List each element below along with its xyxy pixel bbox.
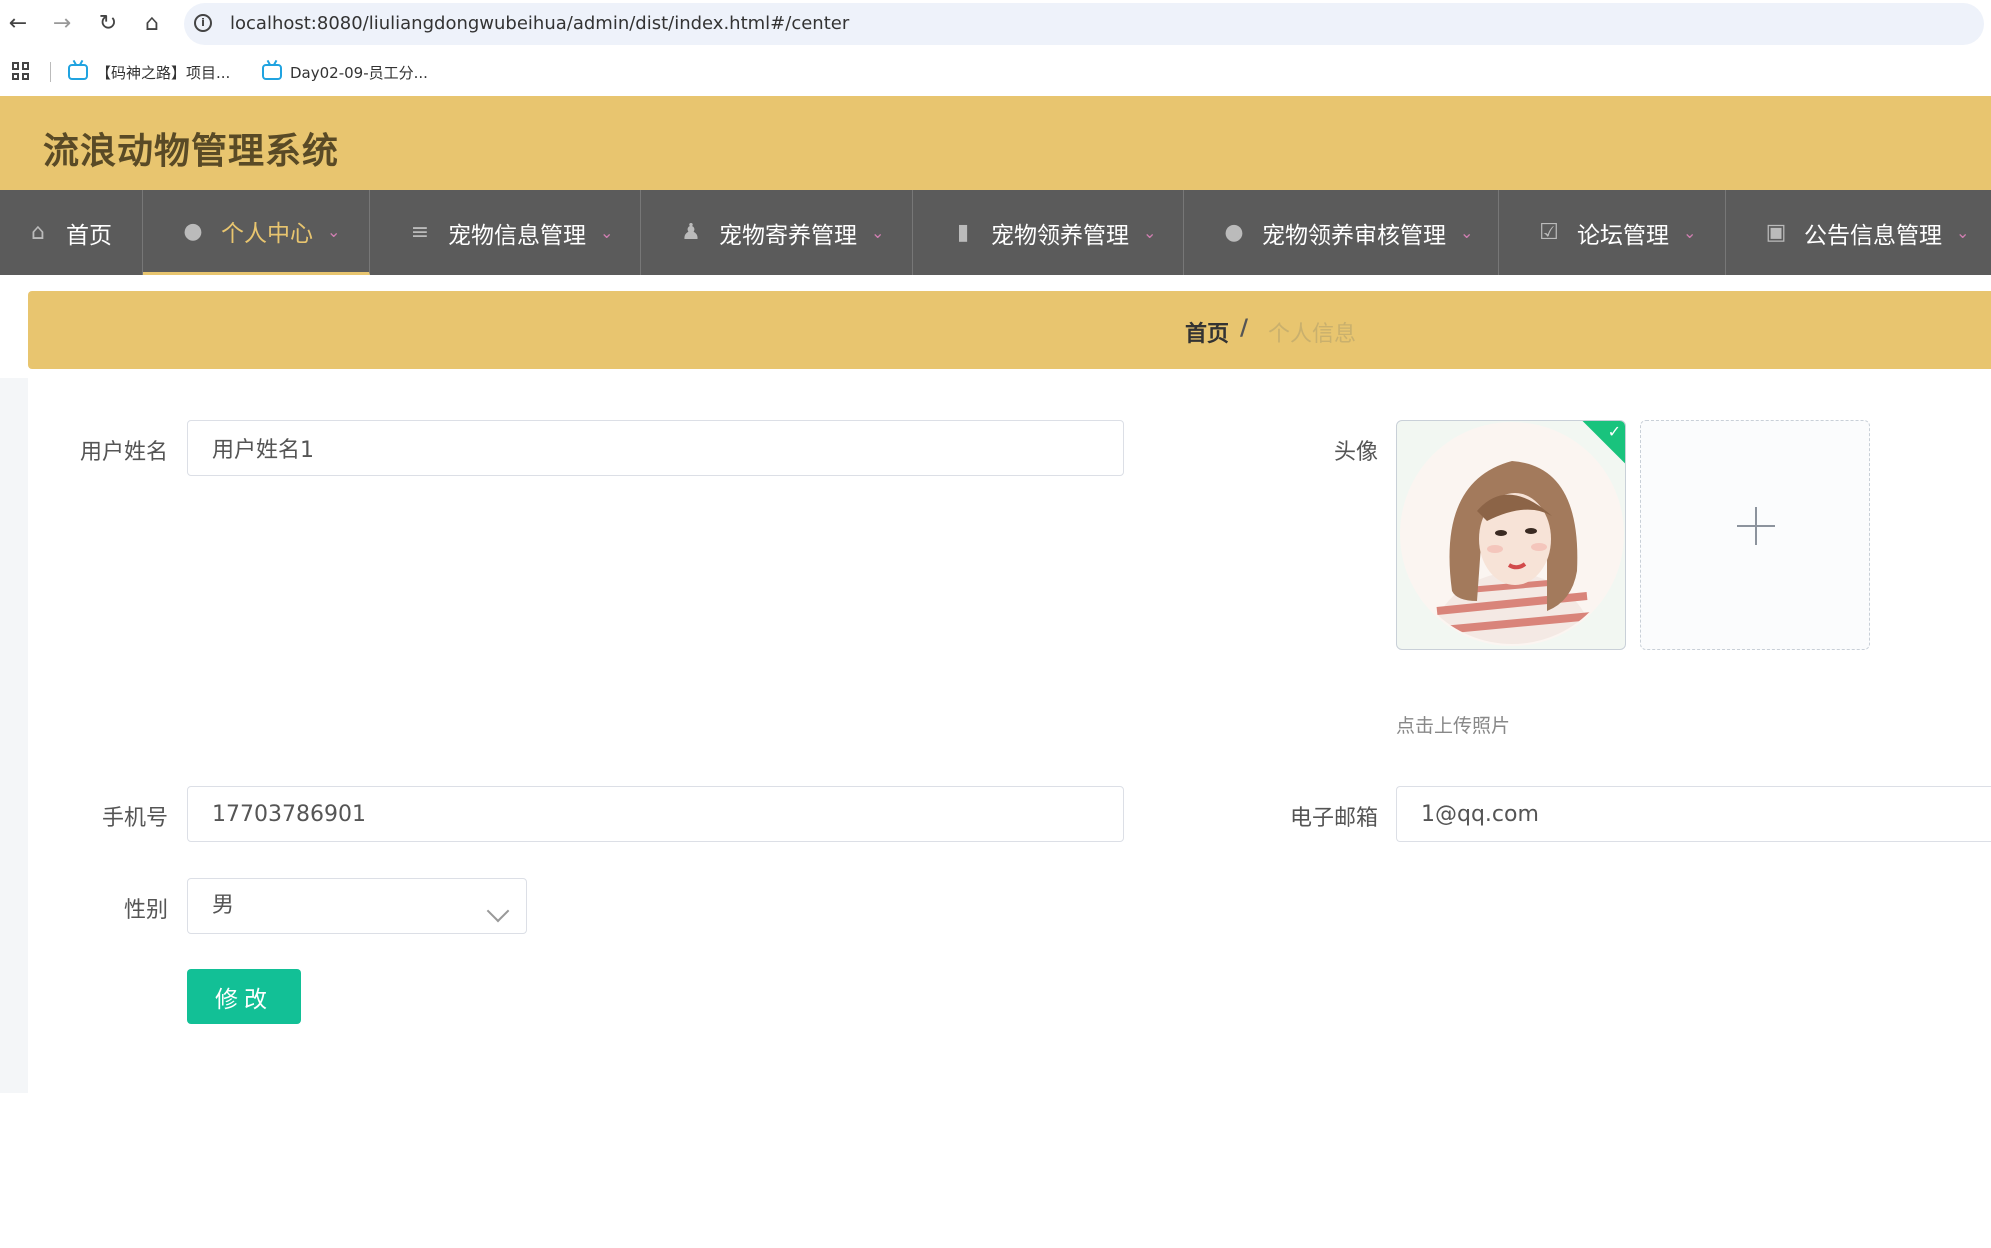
chevron-down-icon: ⌄	[871, 223, 885, 242]
nav-item-adopt-review[interactable]: ● 宠物领养审核管理 ⌄	[1184, 190, 1499, 275]
nav-item-forum[interactable]: ☑ 论坛管理 ⌄	[1499, 190, 1726, 275]
nav-item-pet-info[interactable]: ≡ 宠物信息管理 ⌄	[370, 190, 641, 275]
breadcrumb-separator: /	[1240, 316, 1249, 341]
gender-label: 性别	[123, 898, 168, 923]
bulb-icon: ●	[1224, 220, 1244, 245]
nav-item-home[interactable]: ⌂ 首页	[0, 190, 143, 275]
app-title: 流浪动物管理系统	[43, 131, 340, 172]
phone-input[interactable]	[187, 786, 1124, 842]
plus-icon	[1755, 507, 1757, 545]
chat-icon: ▮	[956, 220, 970, 245]
person-icon: ♟	[681, 220, 701, 245]
username-input[interactable]	[187, 420, 1124, 476]
nav-item-pet-foster[interactable]: ♟ 宠物寄养管理 ⌄	[641, 190, 913, 275]
bilibili-icon	[262, 64, 282, 80]
user-icon: ●	[183, 218, 203, 244]
bookmark-divider	[50, 62, 51, 82]
avatar-upload-button[interactable]	[1640, 420, 1870, 650]
chevron-down-icon: ⌄	[1956, 223, 1970, 242]
gender-selected-value: 男	[212, 893, 235, 918]
breadcrumb	[28, 291, 1991, 369]
nav-item-notice[interactable]: ▣ 公告信息管理 ⌄	[1726, 190, 1991, 275]
avatar-preview[interactable]: ✓	[1396, 420, 1626, 650]
chevron-down-icon: ⌄	[327, 221, 341, 241]
avatar-label: 头像	[1333, 440, 1378, 465]
email-input[interactable]	[1396, 786, 1991, 842]
breadcrumb-current: 个人信息	[1268, 322, 1357, 347]
bilibili-icon	[68, 64, 88, 80]
site-info-icon[interactable]: i	[194, 14, 212, 32]
breadcrumb-home[interactable]: 首页	[1185, 316, 1229, 348]
url-text: localhost:8080/liuliangdongwubeihua/admi…	[230, 13, 850, 34]
page-background	[0, 378, 28, 1093]
update-button[interactable]: 修改	[187, 969, 301, 1024]
chevron-down-icon: ⌄	[1460, 223, 1474, 242]
reload-icon[interactable]: ↻	[92, 8, 124, 40]
bookmark-item[interactable]: 【码神之路】项目...	[68, 60, 230, 84]
bookmark-item[interactable]: Day02-09-员工分...	[262, 60, 428, 84]
upload-tip: 点击上传照片	[1396, 715, 1511, 737]
address-bar[interactable]: i localhost:8080/liuliangdongwubeihua/ad…	[184, 3, 1984, 45]
clipboard-icon: ☑	[1539, 220, 1559, 245]
check-icon: ✓	[1607, 422, 1621, 441]
chevron-down-icon: ⌄	[600, 223, 614, 242]
forward-arrow-icon[interactable]: →	[46, 8, 78, 40]
username-label: 用户姓名	[79, 440, 168, 465]
phone-label: 手机号	[101, 806, 168, 831]
chevron-down-icon: ⌄	[1683, 223, 1697, 242]
home-browser-icon[interactable]: ⌂	[136, 8, 168, 40]
nav-item-personal-center[interactable]: ● 个人中心 ⌄	[143, 190, 370, 275]
avatar-image	[1400, 422, 1624, 646]
apps-grid-icon[interactable]	[12, 62, 30, 80]
home-icon: ⌂	[31, 220, 45, 245]
gender-select[interactable]: 男	[187, 878, 527, 934]
list-icon: ≡	[410, 220, 430, 245]
chevron-down-icon: ⌄	[1143, 223, 1157, 242]
email-label: 电子邮箱	[1289, 806, 1378, 831]
wallet-icon: ▣	[1765, 220, 1787, 245]
nav-item-pet-adopt[interactable]: ▮ 宠物领养管理 ⌄	[913, 190, 1184, 275]
back-arrow-icon[interactable]: ←	[2, 8, 34, 40]
